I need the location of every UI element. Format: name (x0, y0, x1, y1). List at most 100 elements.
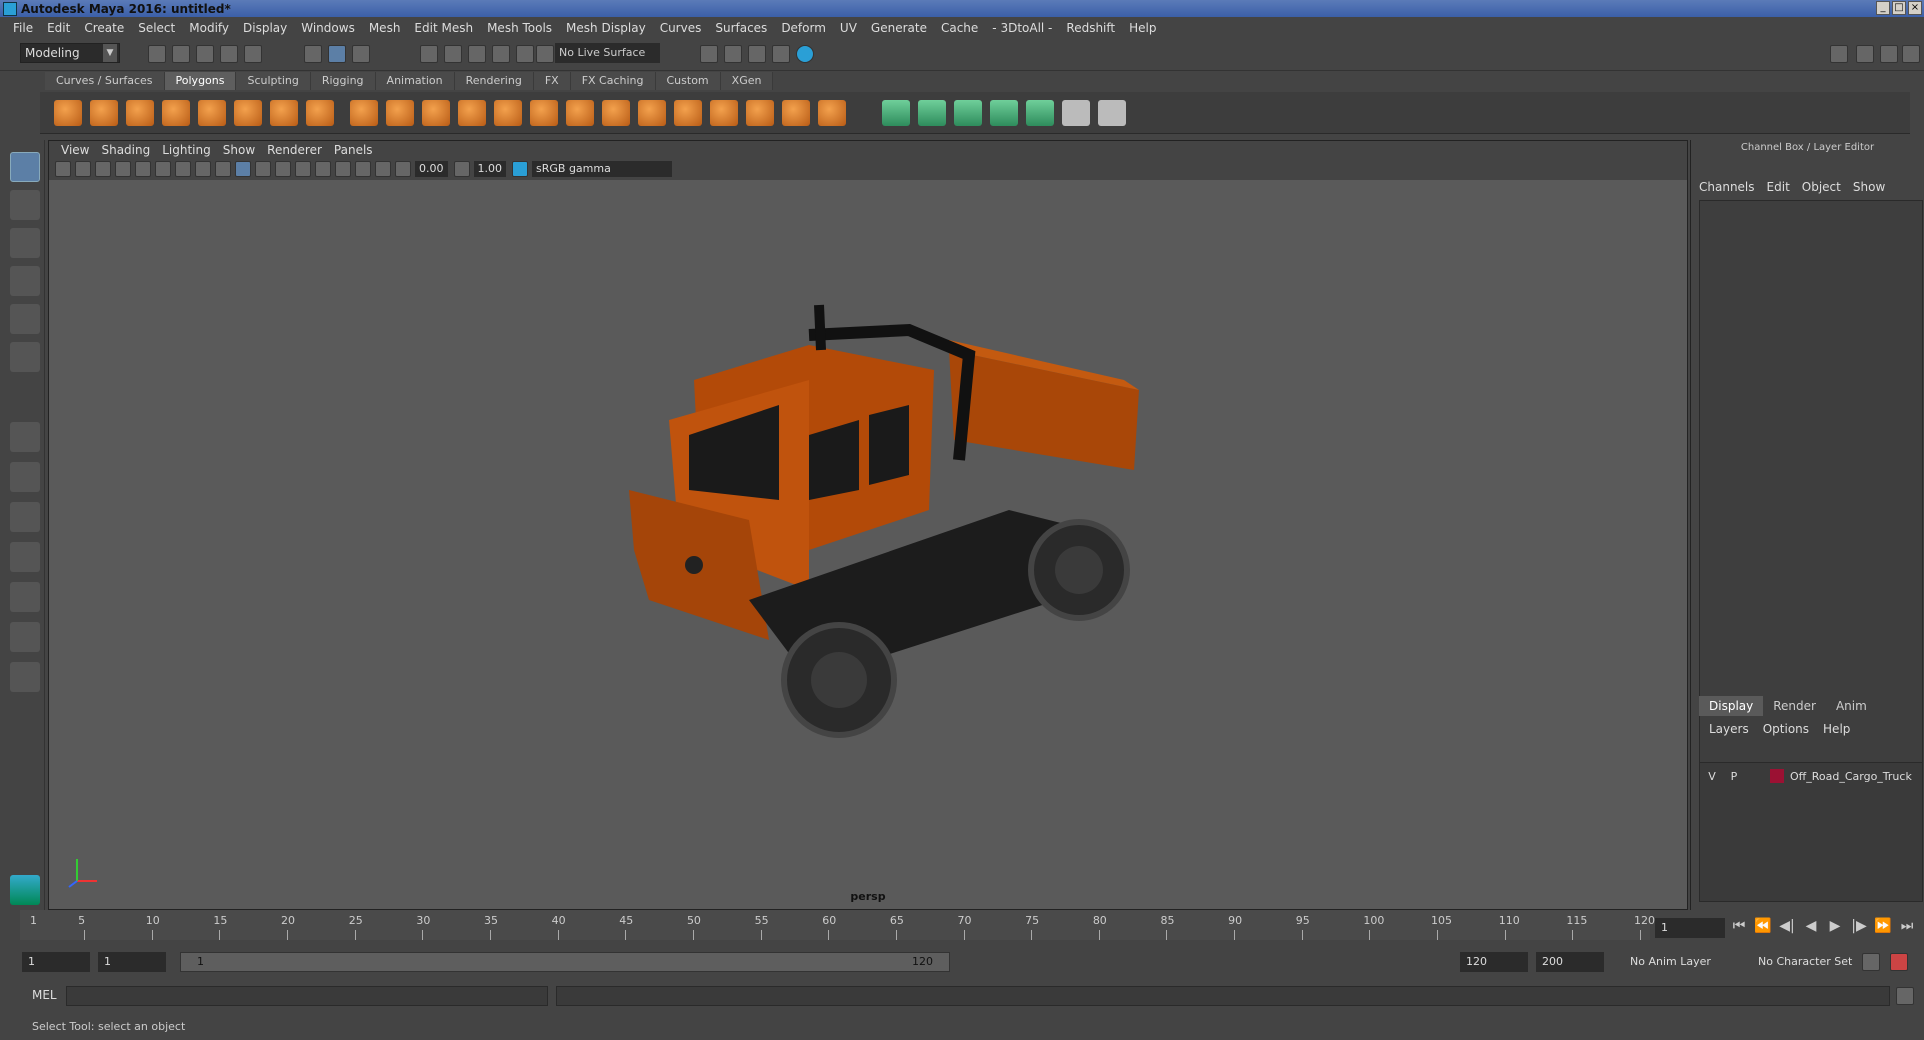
make-live-icon[interactable] (536, 45, 554, 63)
menu-redshift[interactable]: Redshift (1059, 21, 1122, 35)
panel-menu-view[interactable]: View (55, 143, 95, 157)
lights-icon[interactable] (275, 161, 291, 177)
render-settings-icon[interactable] (772, 45, 790, 63)
playback-end-field[interactable]: 120 (1460, 952, 1528, 972)
tool-settings-icon[interactable] (1880, 45, 1898, 63)
graph-layout-icon[interactable] (10, 542, 40, 572)
textured-icon[interactable] (255, 161, 271, 177)
menu-file[interactable]: File (6, 21, 40, 35)
modeling-toolkit-icon[interactable] (1830, 45, 1848, 63)
merge-icon[interactable] (746, 100, 774, 126)
poly-cylinder-icon[interactable] (126, 100, 154, 126)
menu-edit[interactable]: Edit (40, 21, 77, 35)
menu-uv[interactable]: UV (833, 21, 864, 35)
insert-edge-loop-icon[interactable] (674, 100, 702, 126)
layer-menu-help[interactable]: Help (1823, 722, 1850, 736)
end-time-field[interactable]: 200 (1536, 952, 1604, 972)
layer-color-swatch[interactable] (1770, 769, 1784, 783)
image-plane-icon[interactable] (115, 161, 131, 177)
menu-deform[interactable]: Deform (774, 21, 833, 35)
target-weld-icon[interactable] (710, 100, 738, 126)
shelf-tab-fx-caching[interactable]: FX Caching (570, 72, 656, 90)
smooth-shade-icon[interactable] (235, 161, 251, 177)
safe-action-icon[interactable] (195, 161, 211, 177)
play-forwards-icon[interactable]: ▶ (1826, 918, 1844, 934)
bookmark-icon[interactable] (95, 161, 111, 177)
node-editor-layout-icon[interactable] (10, 582, 40, 612)
smooth-icon[interactable] (458, 100, 486, 126)
close-button[interactable]: × (1908, 1, 1922, 15)
select-camera-icon[interactable] (55, 161, 71, 177)
gamma-icon[interactable] (453, 161, 470, 177)
go-to-end-icon[interactable]: ⏭ (1898, 918, 1916, 934)
save-scene-icon[interactable] (196, 45, 214, 63)
snap-surface-icon[interactable] (516, 45, 534, 63)
time-slider[interactable]: 1 5 10 15 20 25 30 35 40 45 50 55 60 65 70 75 80 85 90 95 1… (20, 910, 1655, 940)
layer-row[interactable]: V P Off_Road_Cargo_Truck (1704, 767, 1920, 785)
ipr-render-icon[interactable] (748, 45, 766, 63)
command-input[interactable] (66, 986, 548, 1006)
combine-icon[interactable] (350, 100, 378, 126)
layer-menu-options[interactable]: Options (1763, 722, 1809, 736)
snap-view-icon[interactable] (492, 45, 510, 63)
menu-select[interactable]: Select (131, 21, 182, 35)
menu-help[interactable]: Help (1122, 21, 1163, 35)
menu-generate[interactable]: Generate (864, 21, 934, 35)
film-gate-icon[interactable] (155, 161, 171, 177)
mode-selector[interactable]: Modeling ▼ (20, 43, 120, 63)
layer-playback-toggle[interactable]: P (1726, 770, 1742, 783)
current-frame-field[interactable]: 1 (1655, 918, 1725, 938)
channel-box-menu-object[interactable]: Object (1802, 180, 1841, 194)
layer-tab-anim[interactable]: Anim (1826, 696, 1877, 716)
shelf-tab-sculpting[interactable]: Sculpting (236, 72, 311, 90)
menu-create[interactable]: Create (77, 21, 131, 35)
menu-mesh[interactable]: Mesh (362, 21, 408, 35)
step-back-key-icon[interactable]: ⏪ (1754, 918, 1772, 934)
step-forward-frame-icon[interactable]: |▶ (1850, 918, 1868, 934)
bevel-icon[interactable] (566, 100, 594, 126)
panel-menu-renderer[interactable]: Renderer (261, 143, 328, 157)
lasso-tool-icon[interactable] (10, 190, 40, 220)
outliner-layout-icon[interactable] (10, 502, 40, 532)
single-perspective-layout-icon[interactable] (10, 422, 40, 452)
panel-menu-shading[interactable]: Shading (95, 143, 156, 157)
channel-box-menu-channels[interactable]: Channels (1699, 180, 1755, 194)
menu-display[interactable]: Display (236, 21, 294, 35)
exposure-icon[interactable] (395, 161, 411, 177)
bridge-icon[interactable] (530, 100, 558, 126)
menu-cache[interactable]: Cache (934, 21, 985, 35)
panel-menu-panels[interactable]: Panels (328, 143, 379, 157)
menu-edit-mesh[interactable]: Edit Mesh (407, 21, 480, 35)
menu-mesh-display[interactable]: Mesh Display (559, 21, 653, 35)
step-back-frame-icon[interactable]: ◀| (1778, 918, 1796, 934)
shelf-tab-custom[interactable]: Custom (655, 72, 721, 90)
poly-pyramid-icon[interactable] (270, 100, 298, 126)
render-frame-icon[interactable] (724, 45, 742, 63)
snap-curve-icon[interactable] (444, 45, 462, 63)
select-tool-icon[interactable] (10, 152, 40, 182)
uv-toolkit-icon[interactable] (1098, 100, 1126, 126)
channel-box-toggle-icon[interactable] (1902, 45, 1920, 63)
view-transform-select[interactable]: sRGB gamma (532, 161, 672, 177)
poly-cube-icon[interactable] (90, 100, 118, 126)
planar-mapping-icon[interactable] (882, 100, 910, 126)
menu-surfaces[interactable]: Surfaces (708, 21, 774, 35)
select-hierarchy-icon[interactable] (304, 45, 322, 63)
menu-windows[interactable]: Windows (294, 21, 362, 35)
more-layouts-icon[interactable] (10, 662, 40, 692)
spherical-mapping-icon[interactable] (954, 100, 982, 126)
open-scene-icon[interactable] (172, 45, 190, 63)
separate-icon[interactable] (386, 100, 414, 126)
poly-plane-icon[interactable] (198, 100, 226, 126)
isolate-select-icon[interactable] (355, 161, 371, 177)
extrude-icon[interactable] (494, 100, 522, 126)
command-language-label[interactable]: MEL (32, 988, 57, 1002)
snap-grid-icon[interactable] (420, 45, 438, 63)
auto-key-icon[interactable] (1862, 953, 1880, 971)
grid-icon[interactable] (135, 161, 151, 177)
cylindrical-mapping-icon[interactable] (918, 100, 946, 126)
panel-menu-lighting[interactable]: Lighting (156, 143, 217, 157)
shelf-tab-rendering[interactable]: Rendering (454, 72, 534, 90)
poly-pipe-icon[interactable] (306, 100, 334, 126)
character-set-select[interactable]: No Character Set (1752, 952, 1872, 972)
